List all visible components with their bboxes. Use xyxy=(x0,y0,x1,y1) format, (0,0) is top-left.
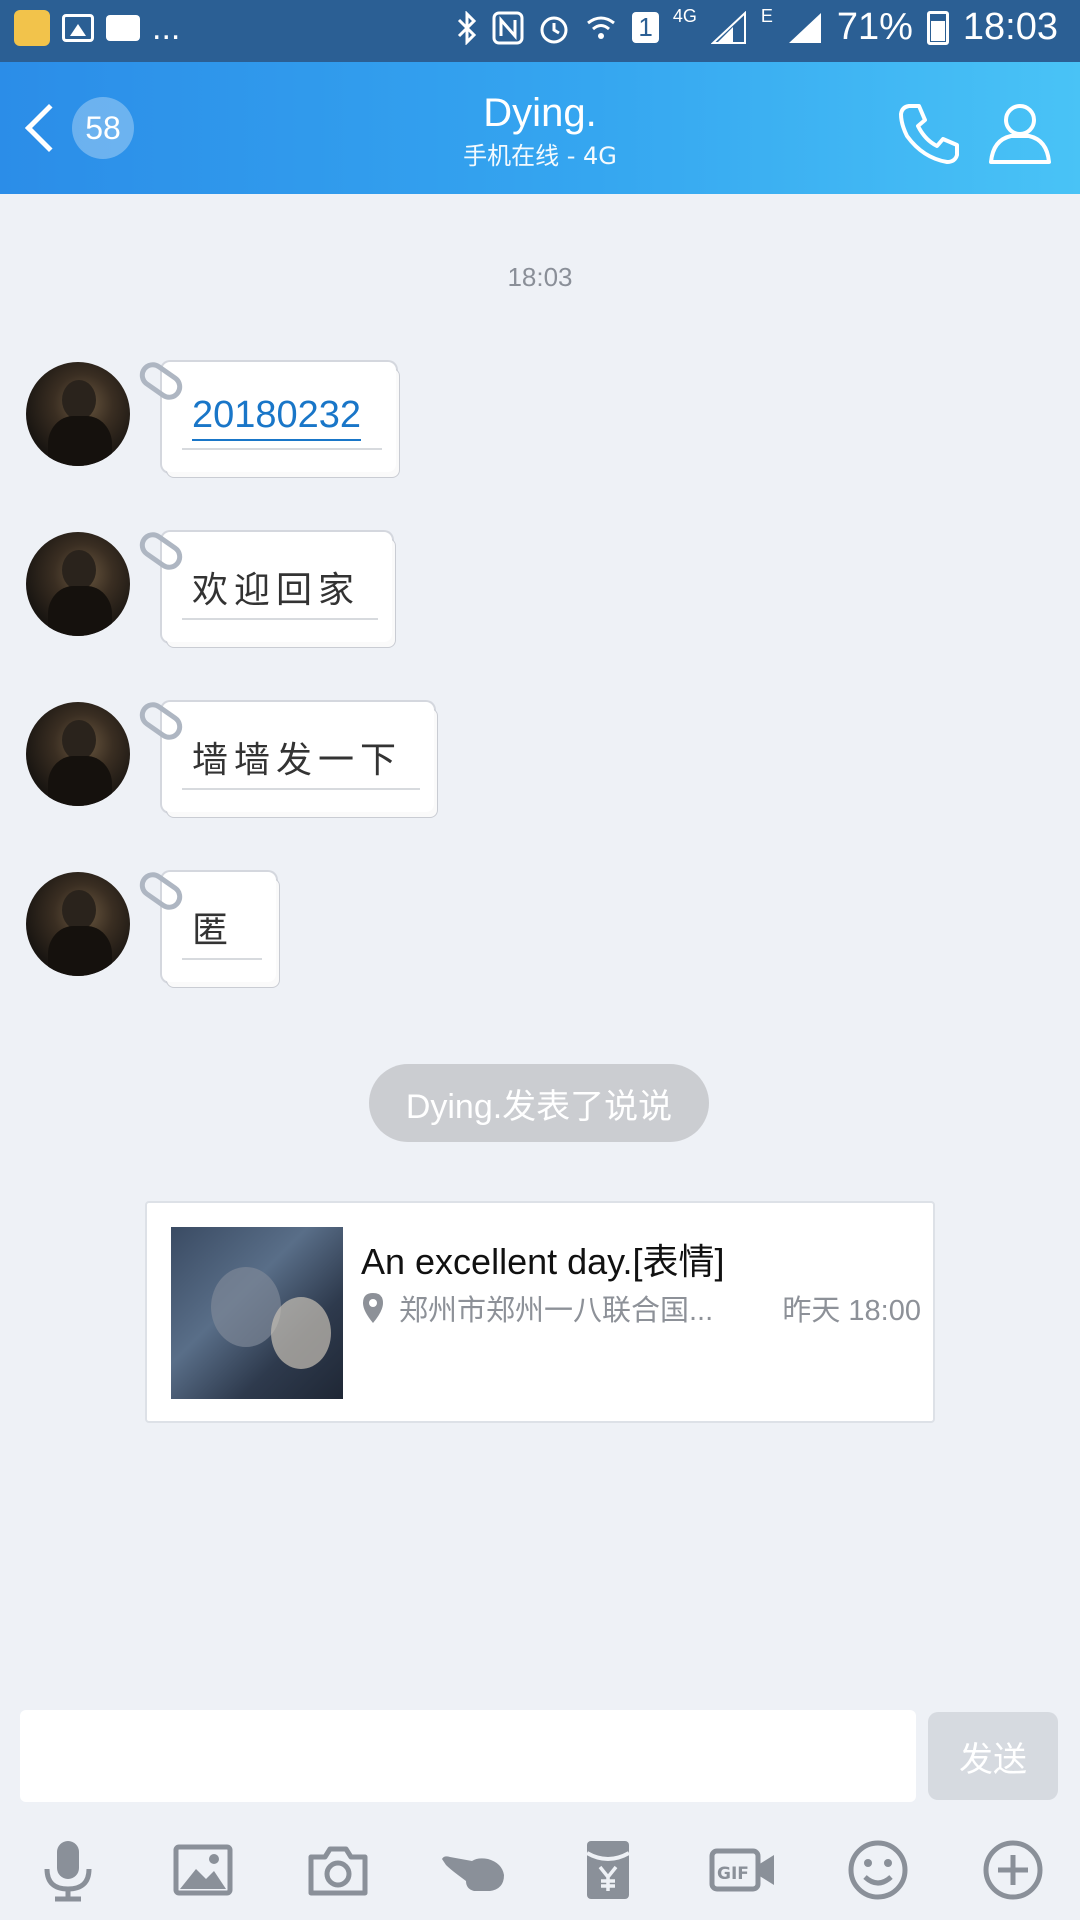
post-location: 郑州市郑州一八联合国... xyxy=(399,1295,714,1327)
red-packet-icon[interactable] xyxy=(568,1830,648,1910)
status-bar: ... 1 4G E 71% 18:03 xyxy=(0,0,1080,62)
message-bubble[interactable]: 欢迎回家 xyxy=(162,532,392,642)
post-thumbnail xyxy=(171,1227,343,1399)
image-icon[interactable] xyxy=(163,1830,243,1910)
signal-icon-2 xyxy=(788,12,821,43)
message-notification-icon xyxy=(106,15,140,41)
camera-icon[interactable] xyxy=(298,1830,378,1910)
phone-icon[interactable] xyxy=(895,98,965,168)
system-notice-pill[interactable]: Dying.发表了说说 xyxy=(369,1064,709,1142)
signal-icon-1 xyxy=(710,10,746,44)
chat-timestamp: 18:03 xyxy=(507,262,573,292)
post-text: An excellent day.[表情] xyxy=(361,1241,725,1282)
battery-icon xyxy=(926,10,949,45)
message-input[interactable] xyxy=(20,1710,916,1802)
message-bubble[interactable]: 墙墙发一下 xyxy=(162,702,434,812)
sim-indicator: 1 xyxy=(632,12,659,43)
gif-icon[interactable]: GIF xyxy=(703,1830,783,1910)
message-text: 墙墙发一下 xyxy=(192,740,403,781)
avatar[interactable] xyxy=(26,362,130,466)
avatar[interactable] xyxy=(26,872,130,976)
add-icon[interactable] xyxy=(973,1830,1053,1910)
avatar[interactable] xyxy=(26,702,130,806)
svg-text:GIF: GIF xyxy=(717,1864,749,1884)
back-button[interactable]: 58 xyxy=(18,90,138,166)
notification-icons: ... xyxy=(14,10,180,46)
system-status: 1 4G E 71% 18:03 xyxy=(456,6,1058,49)
microphone-icon[interactable] xyxy=(28,1830,108,1910)
chat-header: 58 Dying. 手机在线 - 4G xyxy=(0,62,1080,194)
battery-percent: 71% xyxy=(836,6,913,48)
message-link-text[interactable]: 20180232 xyxy=(192,394,362,441)
post-time: 昨天 18:00 xyxy=(782,1295,921,1327)
avatar[interactable] xyxy=(26,532,130,636)
alarm-icon xyxy=(540,16,568,43)
edge-indicator: E xyxy=(760,6,773,26)
emoji-icon[interactable] xyxy=(838,1830,918,1910)
more-notifications-indicator: ... xyxy=(152,9,181,47)
wifi-icon xyxy=(587,16,616,39)
nfc-icon xyxy=(492,11,524,44)
gallery-notification-icon xyxy=(62,14,94,42)
post-meta: 郑州市郑州一八联合国... 昨天 18:00 xyxy=(361,1287,921,1329)
message-text: 欢迎回家 xyxy=(192,570,361,611)
contact-name: Dying. xyxy=(483,91,597,135)
bluetooth-icon xyxy=(458,10,477,45)
input-toolbar: GIF xyxy=(0,1826,1080,1912)
location-pin-icon xyxy=(363,1293,383,1323)
chevron-left-icon xyxy=(24,103,74,153)
send-button[interactable]: 发送 xyxy=(928,1712,1058,1800)
message-bubble[interactable]: 20180232 xyxy=(162,362,396,472)
clock: 18:03 xyxy=(962,6,1058,48)
poke-icon[interactable] xyxy=(433,1830,513,1910)
unread-count-badge: 58 xyxy=(72,97,134,159)
composer: 发送 xyxy=(0,1710,1080,1806)
app-notification-icon xyxy=(14,10,50,46)
online-status: 手机在线 - 4G xyxy=(463,142,617,170)
feed-post-card[interactable]: An excellent day.[表情] 郑州市郑州一八联合国... 昨天 1… xyxy=(145,1201,935,1423)
message-text: 匿 xyxy=(192,910,229,951)
chat-title-block: Dying. 手机在线 - 4G xyxy=(340,90,740,172)
user-profile-icon[interactable] xyxy=(985,98,1055,168)
network-type: 4G xyxy=(672,6,697,26)
